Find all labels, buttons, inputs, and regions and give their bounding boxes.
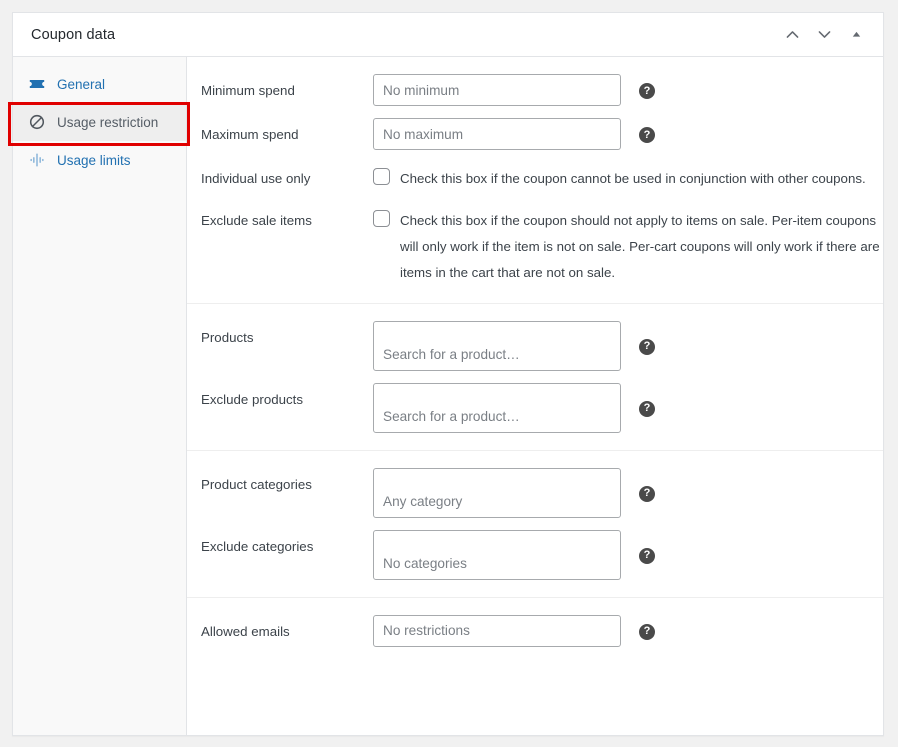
triangle-up-icon	[848, 26, 865, 43]
no-entry-icon	[27, 112, 47, 132]
field-row-products: Products Search for a product… ?	[187, 315, 883, 377]
field-control: Search for a product… ?	[373, 320, 883, 371]
chevron-up-icon	[784, 26, 801, 43]
exclude-products-select[interactable]: Search for a product…	[373, 382, 621, 433]
move-down-button[interactable]	[809, 20, 839, 50]
individual-use-only-checkbox[interactable]	[373, 168, 390, 185]
field-control: ?	[373, 118, 883, 150]
field-control: Search for a product… ?	[373, 382, 883, 433]
help-icon[interactable]: ?	[639, 400, 655, 417]
toggle-panel-button[interactable]	[841, 20, 871, 50]
field-label: Exclude sale items	[201, 212, 312, 228]
coupon-data-tabs-sidebar: General Usage restriction Usage limits	[8, 57, 190, 735]
field-group-categories: Product categories Any category ? Exclud…	[187, 451, 883, 598]
field-row-product-categories: Product categories Any category ?	[187, 462, 883, 524]
move-up-button[interactable]	[777, 20, 807, 50]
header-actions	[777, 20, 871, 50]
field-label: Individual use only	[201, 171, 311, 186]
field-row-exclude-sale-items: Exclude sale items Check this box if the…	[187, 198, 883, 292]
page-title: Coupon data	[31, 26, 116, 43]
coupon-data-content: Minimum spend ? Maximum spend ? Individu…	[187, 57, 883, 735]
help-icon[interactable]: ?	[639, 623, 655, 640]
field-row-allowed-emails: Allowed emails ?	[187, 609, 883, 653]
field-label: Minimum spend	[201, 83, 295, 98]
field-group-allowed-emails: Allowed emails ?	[187, 598, 883, 664]
field-control: ?	[373, 74, 883, 106]
sidebar-item-label: General	[57, 76, 106, 92]
field-control: Any category ?	[373, 467, 883, 518]
panel-header: Coupon data	[13, 13, 883, 57]
field-label: Exclude products	[201, 391, 303, 407]
ticket-icon	[27, 74, 47, 94]
sidebar-item-usage-restriction[interactable]: Usage restriction	[13, 103, 186, 141]
maximum-spend-input[interactable]	[373, 118, 621, 150]
field-row-exclude-categories: Exclude categories No categories ?	[187, 524, 883, 586]
help-icon[interactable]: ?	[639, 83, 655, 99]
field-row-minimum-spend: Minimum spend ?	[187, 68, 883, 112]
field-row-exclude-products: Exclude products Search for a product… ?	[187, 377, 883, 439]
help-icon[interactable]: ?	[639, 485, 655, 502]
sidebar-item-label: Usage restriction	[57, 114, 159, 130]
select-placeholder: Search for a product…	[383, 409, 520, 425]
usage-limits-icon	[27, 150, 47, 170]
chevron-down-icon	[816, 26, 833, 43]
field-group-products: Products Search for a product… ? Exclude…	[187, 304, 883, 451]
exclude-categories-select[interactable]: No categories	[373, 529, 621, 580]
field-control: ?	[373, 614, 883, 647]
products-select[interactable]: Search for a product…	[373, 320, 621, 371]
help-icon[interactable]: ?	[639, 127, 655, 143]
allowed-emails-input[interactable]	[373, 614, 621, 647]
product-categories-select[interactable]: Any category	[373, 467, 621, 518]
checkbox-description: Check this box if the coupon should not …	[400, 212, 880, 280]
field-row-individual-use-only: Individual use only Check this box if th…	[187, 156, 883, 198]
panel-body: General Usage restriction Usage limits M…	[8, 57, 883, 735]
sidebar-item-label: Usage limits	[57, 152, 131, 168]
field-row-maximum-spend: Maximum spend ?	[187, 112, 883, 156]
field-group-restrictions: Minimum spend ? Maximum spend ? Individu…	[187, 57, 883, 304]
select-placeholder: Any category	[383, 494, 463, 510]
field-control: No categories ?	[373, 529, 883, 580]
field-control: Check this box if the coupon cannot be u…	[373, 162, 883, 192]
sidebar-item-general[interactable]: General	[13, 65, 186, 103]
checkbox-description: Check this box if the coupon cannot be u…	[400, 171, 866, 186]
field-label: Exclude categories	[201, 538, 314, 554]
field-control: Check this box if the coupon should not …	[373, 204, 883, 286]
select-placeholder: Search for a product…	[383, 347, 520, 363]
help-icon[interactable]: ?	[639, 338, 655, 355]
help-icon[interactable]: ?	[639, 547, 655, 564]
field-label: Products	[201, 329, 254, 345]
field-label: Maximum spend	[201, 127, 299, 142]
field-label: Allowed emails	[201, 623, 290, 639]
coupon-data-panel: Coupon data General Usage restriction Us…	[8, 12, 884, 736]
exclude-sale-items-checkbox[interactable]	[373, 209, 390, 227]
field-label: Product categories	[201, 476, 312, 492]
minimum-spend-input[interactable]	[373, 74, 621, 106]
sidebar-item-usage-limits[interactable]: Usage limits	[13, 141, 186, 179]
select-placeholder: No categories	[383, 556, 467, 572]
